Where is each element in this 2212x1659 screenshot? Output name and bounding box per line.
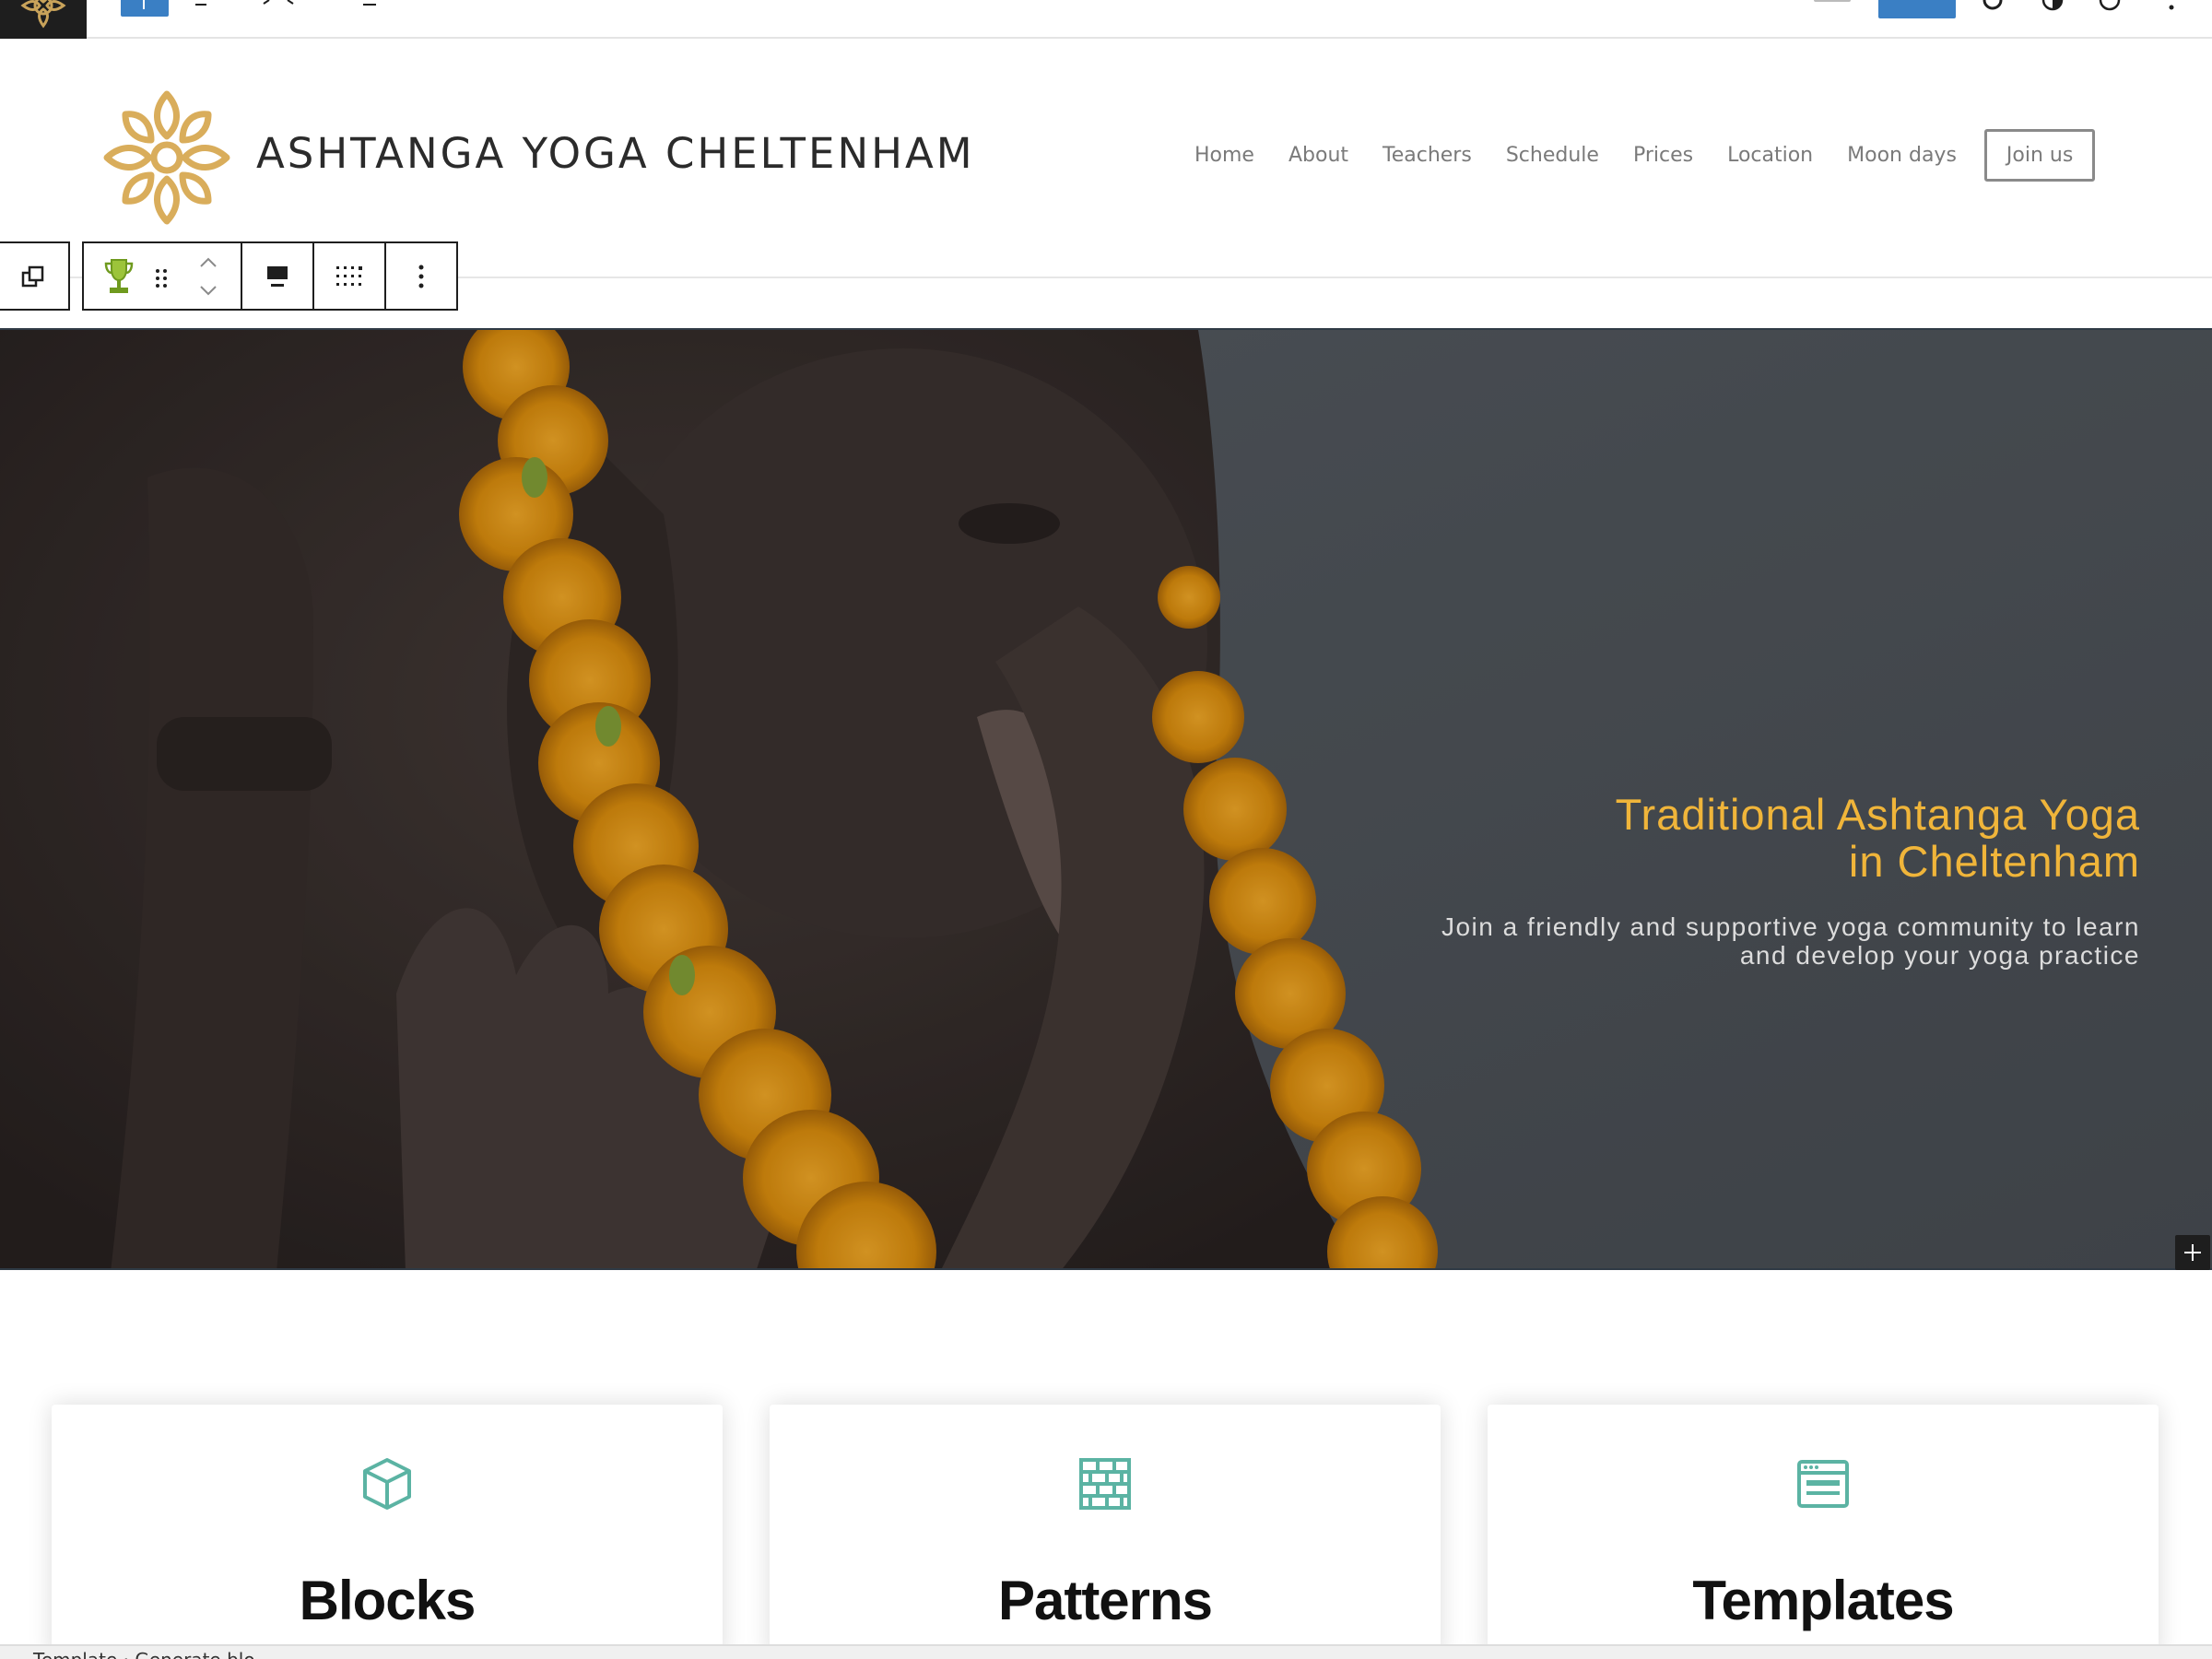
nav-item-schedule[interactable]: Schedule — [1506, 144, 1599, 167]
align-icon[interactable] — [265, 264, 290, 289]
mandala-logo-icon — [20, 0, 66, 29]
hero-subheading-line1: Join a friendly and supportive yoga comm… — [1441, 912, 2140, 941]
block-breadcrumb-bar: Template · Generate blo — [0, 1644, 2212, 1659]
move-up-icon[interactable] — [198, 256, 218, 269]
add-block-inserter-button[interactable] — [2175, 1235, 2210, 1270]
hero-cover-block[interactable]: Traditional Ashtanga Yoga in Cheltenham … — [0, 328, 2212, 1270]
nav-item-teachers[interactable]: Teachers — [1382, 144, 1472, 167]
hero-subheading-line2: and develop your yoga practice — [1739, 941, 2140, 970]
template-layout-icon — [1797, 1460, 1849, 1508]
undo-redo-icon[interactable] — [260, 0, 297, 6]
hero-heading-line2: in Cheltenham — [1848, 837, 2140, 886]
select-parent-icon — [21, 265, 44, 288]
nav-item-home[interactable]: Home — [1194, 144, 1254, 167]
primary-navigation: Home About Teachers Schedule Prices Loca… — [1194, 127, 2096, 182]
add-block-button[interactable] — [121, 0, 169, 17]
nav-item-location[interactable]: Location — [1727, 144, 1813, 167]
more-options-icon[interactable] — [417, 264, 426, 289]
help-icon[interactable] — [2097, 0, 2123, 13]
trophy-icon[interactable] — [102, 256, 135, 297]
tools-icon[interactable] — [195, 4, 206, 6]
block-switcher-group — [84, 243, 242, 309]
card-title: Blocks — [299, 1570, 477, 1631]
select-parent-button[interactable] — [0, 241, 70, 311]
drag-handle-icon[interactable] — [154, 267, 169, 289]
hero-heading[interactable]: Traditional Ashtanga Yoga in Cheltenham — [1616, 791, 2140, 885]
styles-icon[interactable] — [2040, 0, 2065, 13]
nav-item-about[interactable]: About — [1288, 144, 1348, 167]
nav-item-moon-days[interactable]: Moon days — [1847, 144, 1957, 167]
breadcrumb[interactable]: Template · Generate blo — [33, 1649, 255, 1659]
join-us-button[interactable]: Join us — [1983, 128, 2096, 182]
align-group — [242, 243, 314, 309]
site-title[interactable]: ASHTANGA YOGA CHELTENHAM — [256, 129, 975, 178]
nav-item-prices[interactable]: Prices — [1633, 144, 1693, 167]
card-title: Templates — [1692, 1570, 1954, 1631]
site-icon-button[interactable] — [0, 0, 87, 39]
view-button[interactable] — [1806, 0, 1871, 6]
more-options-group — [386, 243, 456, 309]
settings-icon[interactable] — [1980, 0, 2006, 13]
site-logo-mandala-icon[interactable] — [103, 90, 230, 225]
card-title: Patterns — [997, 1570, 1213, 1631]
block-toolbar — [82, 241, 458, 311]
hero-subheading[interactable]: Join a friendly and supportive yoga comm… — [1384, 912, 2140, 970]
card-patterns[interactable]: Patterns — [770, 1405, 1441, 1659]
move-down-icon[interactable] — [198, 284, 218, 297]
layout-group — [314, 243, 386, 309]
hero-heading-line1: Traditional Ashtanga Yoga — [1615, 790, 2140, 839]
options-icon[interactable] — [2159, 0, 2184, 13]
card-blocks[interactable]: Blocks — [52, 1405, 723, 1659]
grid-layout-icon[interactable] — [335, 264, 364, 289]
card-templates[interactable]: Templates — [1488, 1405, 2159, 1659]
editor-top-bar — [0, 0, 2212, 39]
document-overview-icon[interactable] — [363, 4, 376, 6]
save-button[interactable] — [1878, 0, 1956, 18]
brick-pattern-icon — [1079, 1458, 1131, 1510]
cube-icon — [363, 1458, 411, 1510]
